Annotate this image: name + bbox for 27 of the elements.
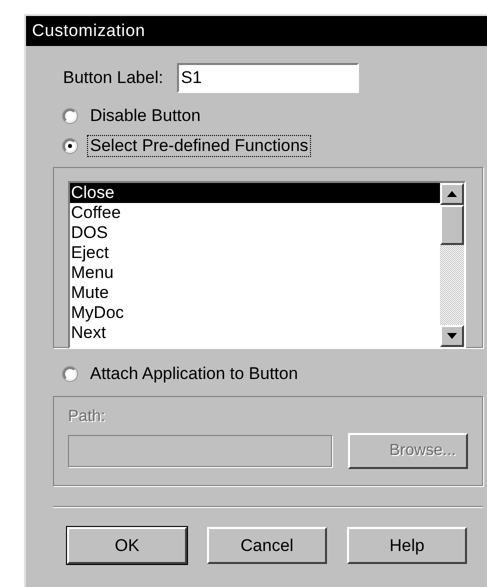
radio-button[interactable] <box>63 139 77 153</box>
dialog-button[interactable]: OK <box>67 527 187 564</box>
radio-button[interactable] <box>63 367 77 381</box>
path-label: Path: <box>68 407 106 427</box>
dialog-button[interactable]: Cancel <box>207 527 327 564</box>
list-item[interactable]: MyDoc <box>70 303 440 323</box>
down-arrow-icon <box>447 333 457 339</box>
radio-label: Attach Application to Button <box>89 363 299 385</box>
list-item[interactable]: Close <box>70 183 440 203</box>
list-item[interactable]: Next <box>70 323 440 343</box>
window-title: Customization <box>26 16 487 46</box>
dialog-button[interactable]: Help <box>347 527 467 564</box>
radio-label: Select Pre-defined Functions <box>87 135 312 157</box>
scroll-up-button[interactable] <box>440 183 464 205</box>
scrollbar[interactable] <box>440 183 464 347</box>
up-arrow-icon <box>447 191 457 197</box>
radio-button[interactable] <box>63 109 77 123</box>
button-label-field[interactable]: S1 <box>177 63 359 93</box>
scroll-down-button[interactable] <box>440 325 464 347</box>
list-item[interactable]: Eject <box>70 243 440 263</box>
list-item[interactable]: Menu <box>70 263 440 283</box>
list-item[interactable]: DOS <box>70 223 440 243</box>
radio-label: Disable Button <box>89 105 202 127</box>
scroll-thumb[interactable] <box>440 205 464 245</box>
field-label: Button Label: <box>63 67 164 90</box>
list-item[interactable]: Mute <box>70 283 440 303</box>
list-item[interactable]: Coffee <box>70 203 440 223</box>
